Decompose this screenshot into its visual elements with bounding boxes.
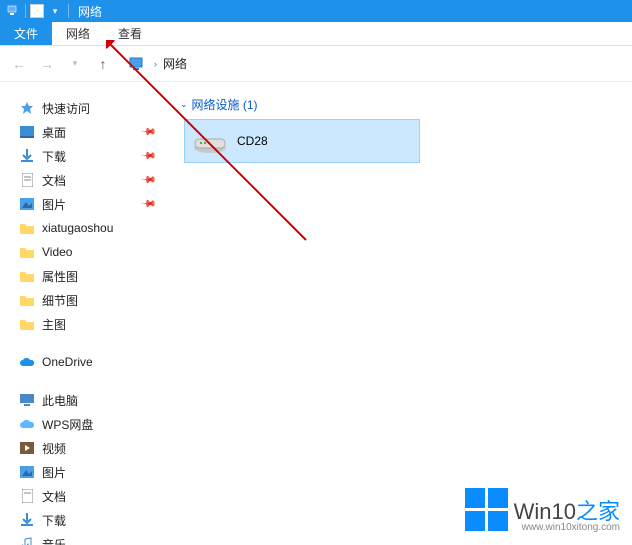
sidebar-quick-access[interactable]: 快速访问 [8, 96, 166, 120]
network-app-icon [4, 3, 20, 19]
sidebar-item-folder[interactable]: Video [8, 240, 166, 264]
download-icon [18, 512, 36, 528]
folder-icon [18, 220, 36, 236]
group-header-label: 网络设施 (1) [192, 96, 258, 113]
tab-network[interactable]: 网络 [52, 22, 104, 45]
sidebar-item-label: Video [42, 245, 72, 259]
back-button[interactable]: ← [10, 56, 28, 72]
sidebar-item-label: xiatugaoshou [42, 221, 113, 235]
titlebar: ▾ 网络 [0, 0, 632, 22]
qat-dropdown-icon[interactable]: ▾ [47, 3, 63, 19]
folder-icon [18, 316, 36, 332]
document-icon [18, 172, 36, 188]
main-content: ⌄ 网络设施 (1) CD28 [170, 82, 632, 545]
watermark-brand: Win10之家 [514, 499, 620, 524]
sidebar-item-label: 视频 [42, 440, 66, 457]
sidebar-this-pc[interactable]: 此电脑 [8, 388, 166, 412]
forward-button[interactable]: → [38, 56, 56, 72]
cloud-icon [18, 416, 36, 432]
sidebar-item-label: 下载 [42, 148, 66, 165]
folder-icon [18, 244, 36, 260]
titlebar-sep [25, 4, 26, 18]
titlebar-sep2 [68, 4, 69, 18]
sidebar-item-label: 此电脑 [42, 392, 78, 409]
sidebar-item-music[interactable]: 音乐 [8, 532, 166, 545]
sidebar-item-folder[interactable]: xiatugaoshou [8, 216, 166, 240]
folder-icon [18, 292, 36, 308]
thispc-group: 此电脑 WPS网盘 视频 图片 文档 下载 [8, 388, 166, 545]
window-title: 网络 [78, 3, 102, 20]
sidebar-item-label: 属性图 [42, 268, 78, 285]
desktop-icon [18, 124, 36, 140]
download-icon [18, 148, 36, 164]
pin-icon: 📌 [139, 172, 156, 189]
sidebar-item-label: WPS网盘 [42, 416, 93, 433]
sidebar-item-label: 主图 [42, 316, 66, 333]
sidebar: 快速访问 桌面 📌 下载 📌 文档 📌 图片 📌 [0, 82, 170, 545]
sidebar-item-downloads2[interactable]: 下载 [8, 508, 166, 532]
pin-icon: 📌 [139, 196, 156, 213]
sidebar-item-videos[interactable]: 视频 [8, 436, 166, 460]
sidebar-item-label: 文档 [42, 488, 66, 505]
sidebar-item-pictures[interactable]: 图片 📌 [8, 192, 166, 216]
sidebar-item-pictures2[interactable]: 图片 [8, 460, 166, 484]
explorer-body: 快速访问 桌面 📌 下载 📌 文档 📌 图片 📌 [0, 82, 632, 545]
folder-icon [18, 268, 36, 284]
watermark: Win10之家 www.win10xitong.com [465, 488, 620, 531]
router-icon [191, 127, 229, 155]
sidebar-item-wps[interactable]: WPS网盘 [8, 412, 166, 436]
sidebar-item-documents2[interactable]: 文档 [8, 484, 166, 508]
sidebar-item-label: 下载 [42, 512, 66, 529]
sidebar-item-label: 桌面 [42, 124, 66, 141]
sidebar-item-label: 文档 [42, 172, 66, 189]
sidebar-item-label: 图片 [42, 196, 66, 213]
sidebar-onedrive[interactable]: OneDrive [8, 350, 166, 374]
breadcrumb-location[interactable]: 网络 [163, 55, 187, 72]
sidebar-item-folder[interactable]: 细节图 [8, 288, 166, 312]
sidebar-item-label: 图片 [42, 464, 66, 481]
breadcrumb-dropdown-icon[interactable]: › [154, 59, 157, 69]
onedrive-group: OneDrive [8, 350, 166, 374]
sidebar-item-downloads[interactable]: 下载 📌 [8, 144, 166, 168]
device-label: CD28 [237, 134, 268, 148]
video-icon [18, 440, 36, 456]
sidebar-item-desktop[interactable]: 桌面 📌 [8, 120, 166, 144]
sidebar-item-folder[interactable]: 属性图 [8, 264, 166, 288]
cloud-icon [18, 354, 36, 370]
tab-view[interactable]: 查看 [104, 22, 156, 45]
ribbon-tabs: 文件 网络 查看 [0, 22, 632, 46]
pictures-icon [18, 464, 36, 480]
network-location-icon [128, 56, 148, 72]
sidebar-item-label: OneDrive [42, 355, 93, 369]
navbar: ← → ▾ ↑ › 网络 [0, 46, 632, 82]
tab-file[interactable]: 文件 [0, 22, 52, 45]
pc-icon [18, 392, 36, 408]
music-icon [18, 536, 36, 545]
star-icon [18, 100, 36, 116]
watermark-url: www.win10xitong.com [522, 522, 620, 533]
sidebar-item-folder[interactable]: 主图 [8, 312, 166, 336]
sidebar-item-label: 音乐 [42, 536, 66, 545]
document-icon [18, 488, 36, 504]
history-dropdown[interactable]: ▾ [66, 58, 84, 69]
group-header-network-infra[interactable]: ⌄ 网络设施 (1) [178, 92, 624, 119]
network-device-tile[interactable]: CD28 [184, 119, 420, 163]
pictures-icon [18, 196, 36, 212]
chevron-down-icon: ⌄ [180, 99, 188, 110]
sidebar-item-label: 快速访问 [42, 100, 90, 117]
breadcrumb[interactable]: › 网络 [128, 55, 187, 72]
pin-icon: 📌 [139, 148, 156, 165]
up-button[interactable]: ↑ [94, 56, 112, 72]
pin-icon: 📌 [139, 124, 156, 141]
qat-blank-icon[interactable] [29, 3, 45, 19]
quick-access-group: 快速访问 桌面 📌 下载 📌 文档 📌 图片 📌 [8, 96, 166, 336]
sidebar-item-documents[interactable]: 文档 📌 [8, 168, 166, 192]
sidebar-item-label: 细节图 [42, 292, 78, 309]
windows-logo-icon [465, 488, 508, 531]
